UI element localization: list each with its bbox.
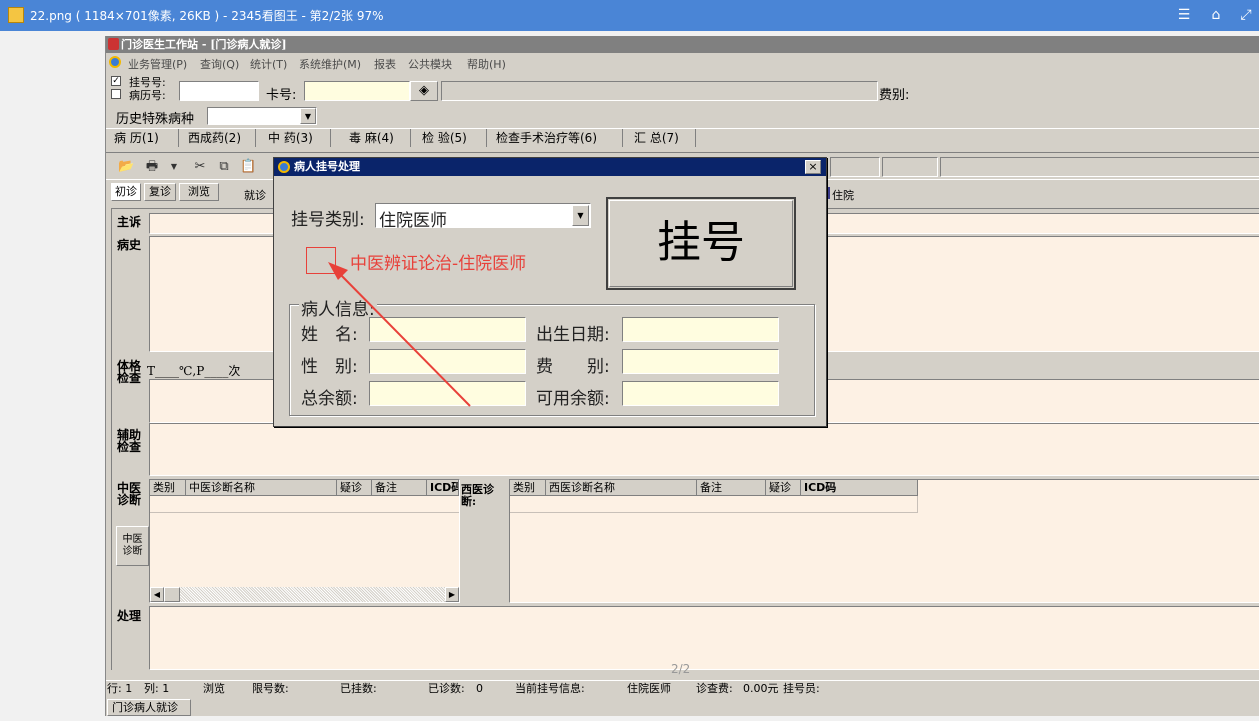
- annotation-arrow: [328, 262, 471, 407]
- arrow-head: [328, 262, 348, 280]
- arrow-shaft: [335, 269, 471, 407]
